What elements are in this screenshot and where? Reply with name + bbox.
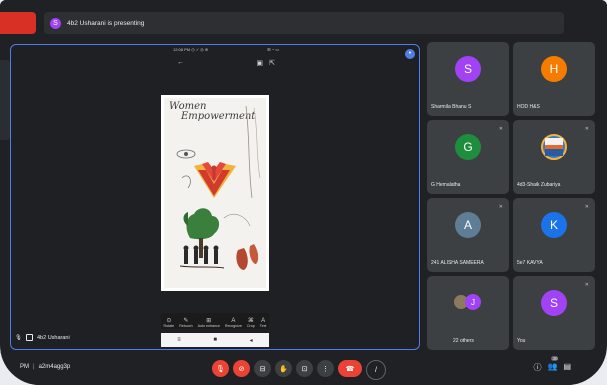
participant-name: 5e7 KAVYA — [517, 260, 543, 266]
poster-artwork — [176, 105, 261, 270]
avatar — [541, 134, 567, 160]
bottom-bar: PM | a2m4agg3p 🎙 ⊘ ⊟ ✋ ⊡ ⋮ ☎ / ⓘ 👥 30 ▤ — [0, 352, 607, 385]
meet-window: S 4b2 Usharani is presenting • 12:08 PM … — [0, 0, 607, 385]
back-arrow-icon[interactable]: ← — [177, 59, 184, 66]
participant-tile[interactable]: ✕ 4d3-Shaik Zubariya — [513, 120, 595, 194]
others-count: 22 others — [453, 338, 474, 344]
self-tile[interactable]: ✕ S You — [513, 276, 595, 350]
avatar: K — [541, 212, 567, 238]
mic-off-icon: ✕ — [584, 126, 589, 132]
chat-icon[interactable]: ▤ — [563, 362, 571, 373]
participant-tile[interactable]: S Sharmila Bhanu S — [427, 42, 509, 116]
participant-name: Sharmila Bhanu S — [431, 104, 472, 110]
auto-enhance-tool[interactable]: ⊞ Auto enhance — [198, 317, 220, 328]
mic-off-icon: ✕ — [498, 126, 503, 132]
participant-tile[interactable]: ✕ G G Hemalatha — [427, 120, 509, 194]
camera-off-icon[interactable]: ⊘ — [233, 360, 250, 377]
shared-poster-image: Women Empowerment — [161, 95, 269, 291]
pen-icon[interactable]: / — [366, 360, 386, 380]
top-bar: S 4b2 Usharani is presenting — [0, 0, 607, 36]
mic-off-icon: ✕ — [584, 204, 589, 210]
presenter-name: 4b2 Usharani — [36, 334, 70, 341]
avatar: S — [541, 290, 567, 316]
retouch-tool[interactable]: ✎ Retouch — [179, 317, 192, 328]
raise-hand-icon[interactable]: ✋ — [275, 360, 292, 377]
photo-edit-toolbar: ⊙ Rotate ✎ Retouch ⊞ Auto enhance A Recogniz… — [161, 313, 269, 329]
avatar: S — [455, 56, 481, 82]
captions-icon[interactable]: ⊟ — [254, 360, 271, 377]
android-nav-bar: ≡ ■ ◂ — [161, 333, 269, 347]
mic-off-icon: ✕ — [498, 204, 503, 210]
mic-icon: 🎙 — [15, 334, 22, 341]
presentation-icon — [25, 334, 33, 341]
avatar: G — [455, 134, 481, 160]
phone-status-left: 12:08 PM ◷ ✓ ◎ ⊕ — [173, 47, 209, 52]
meeting-code: a2m4agg3p — [38, 364, 71, 370]
participant-name: You — [517, 338, 526, 344]
others-tile[interactable]: J 22 others — [427, 276, 509, 350]
avatar: A — [455, 212, 481, 238]
presenting-text: 4b2 Usharani is presenting — [67, 19, 145, 27]
crop-icon[interactable]: ▣ — [256, 59, 263, 67]
separator: | — [33, 364, 35, 370]
share-icon[interactable]: ⇱ — [269, 59, 275, 67]
more-options-icon[interactable]: ⋮ — [317, 360, 334, 377]
participant-name: G Hemalatha — [431, 182, 461, 188]
participant-tile[interactable]: ✕ A 241 ALISHA SAMEERA — [427, 198, 509, 272]
phone-status-right: ⊞ ◔ ▭ — [267, 47, 279, 52]
text-tool[interactable]: A Text — [260, 318, 267, 328]
participant-name: 4d3-Shaik Zubariya — [517, 182, 561, 188]
photo-viewer-toolbar: ← ▣ ⇱ — [173, 57, 279, 71]
participant-grid: S Sharmila Bhanu S H HOD H&S ✕ G G Hemal… — [427, 42, 597, 350]
participant-tile[interactable]: H HOD H&S — [513, 42, 595, 116]
rotate-tool[interactable]: ⊙ Rotate — [164, 317, 175, 328]
presenting-banner[interactable]: S 4b2 Usharani is presenting — [44, 12, 564, 34]
participant-tile[interactable]: ✕ K 5e7 KAVYA — [513, 198, 595, 272]
avatar: H — [541, 56, 567, 82]
more-icon[interactable]: • — [405, 49, 415, 59]
recording-tab — [0, 12, 36, 34]
mic-off-icon: ✕ — [584, 282, 589, 288]
phone-status-bar: 12:08 PM ◷ ✓ ◎ ⊕ ⊞ ◔ ▭ — [173, 47, 279, 55]
present-icon[interactable]: ⊡ — [296, 360, 313, 377]
recognize-tool[interactable]: A Recognize — [225, 318, 242, 328]
end-call-button[interactable]: ☎ — [338, 360, 362, 377]
back-icon[interactable]: ◂ — [250, 337, 253, 344]
participant-name: HOD H&S — [517, 104, 540, 110]
call-controls: 🎙 ⊘ ⊟ ✋ ⊡ ⋮ ☎ / — [212, 360, 386, 380]
participant-count-badge: 30 — [551, 356, 559, 361]
people-icon[interactable]: 👥 30 — [547, 356, 559, 373]
home-icon[interactable]: ■ — [213, 337, 217, 343]
profile-picture-icon — [545, 138, 563, 156]
recents-icon[interactable]: ≡ — [177, 337, 181, 343]
presenter-label: 🎙 4b2 Usharani — [15, 334, 70, 341]
info-icon[interactable]: ⓘ — [533, 362, 541, 373]
crop-tool[interactable]: ⌘ Crop — [247, 317, 255, 328]
meeting-info: PM | a2m4agg3p — [20, 364, 70, 370]
presenter-avatar: S — [50, 17, 61, 29]
presentation-stage[interactable]: • 12:08 PM ◷ ✓ ◎ ⊕ ⊞ ◔ ▭ ← ▣ ⇱ Women Emp… — [10, 44, 420, 350]
clock: PM — [20, 364, 29, 370]
mic-off-icon[interactable]: 🎙 — [212, 360, 229, 377]
avatar: J — [465, 294, 481, 310]
participant-name: 241 ALISHA SAMEERA — [431, 260, 484, 266]
side-controls: ⓘ 👥 30 ▤ — [533, 356, 571, 373]
